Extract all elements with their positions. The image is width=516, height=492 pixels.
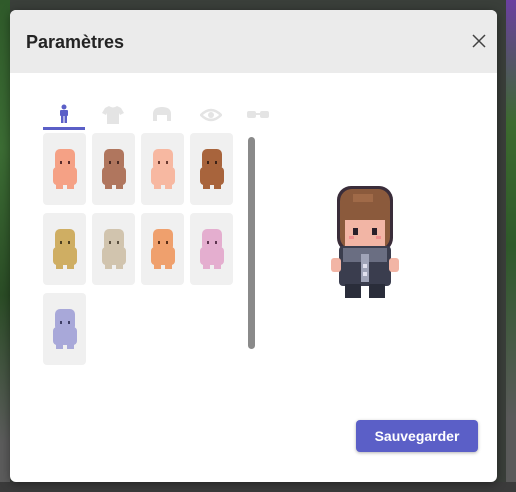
skin-option[interactable] [43,293,86,365]
eye-icon [200,108,222,122]
game-background-right [506,0,516,492]
customization-tabs [43,100,269,132]
hair-icon [153,107,171,121]
character-preview [199,229,224,269]
glasses-icon [247,111,269,118]
dialog-title: Paramètres [26,32,125,52]
character-preview [52,229,77,269]
game-background-bottom [0,482,516,492]
character-preview [52,309,77,349]
character-preview [150,229,175,269]
character-preview [199,149,224,189]
skin-option[interactable] [43,133,86,205]
skin-option[interactable] [190,133,233,205]
dialog-header: Paramètres [10,10,497,73]
tab-clothes[interactable] [92,100,134,130]
tab-accessories[interactable] [237,100,279,130]
body-icon [60,104,68,123]
game-background-left [0,0,10,492]
skin-option[interactable] [141,213,184,285]
skin-option[interactable] [92,133,135,205]
character-preview [101,229,126,269]
close-icon[interactable] [467,29,491,53]
shirt-icon [102,106,124,124]
tab-hair[interactable] [141,100,183,130]
settings-dialog: Paramètres Sauvegarder [10,10,497,482]
scrollbar[interactable] [248,137,255,349]
tab-eyes[interactable] [190,100,232,130]
skin-option[interactable] [190,213,233,285]
character-preview [52,149,77,189]
skin-option[interactable] [141,133,184,205]
skin-option[interactable] [43,213,86,285]
character-preview [101,149,126,189]
avatar-preview [323,184,407,300]
character-preview [150,149,175,189]
save-button[interactable]: Sauvegarder [356,420,478,452]
tab-body[interactable] [43,100,85,130]
skin-option[interactable] [92,213,135,285]
